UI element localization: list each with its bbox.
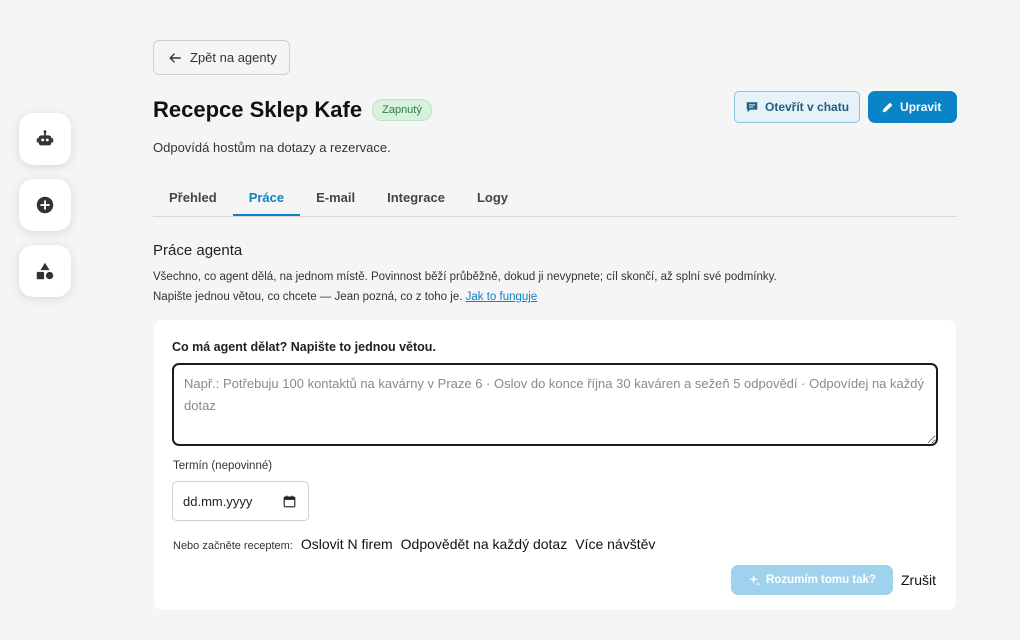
back-button-label: Zpět na agenty — [190, 50, 277, 65]
tab-integrations[interactable]: Integrace — [371, 178, 461, 216]
how-it-works-link[interactable]: Jak to funguje — [466, 291, 538, 303]
edit-label: Upravit — [900, 100, 942, 114]
deadline-date-input[interactable]: dd.mm.yyyy — [172, 481, 309, 521]
tab-bar: Přehled Práce E-mail Integrace Logy — [153, 178, 957, 217]
rail-button-agents[interactable] — [19, 113, 71, 165]
header-actions: Otevřít v chatu Upravit — [734, 91, 958, 123]
open-in-chat-label: Otevřít v chatu — [765, 100, 850, 114]
date-placeholder: dd.mm.yyyy — [183, 493, 253, 509]
robot-icon — [36, 130, 54, 146]
arrow-left-icon — [169, 52, 181, 63]
tab-email[interactable]: E-mail — [300, 178, 371, 216]
goal-input[interactable] — [172, 363, 938, 446]
edit-button[interactable]: Upravit — [868, 91, 958, 123]
back-to-agents-button[interactable]: Zpět na agenty — [153, 40, 290, 75]
page-title: Recepce Sklep Kafe — [153, 97, 363, 122]
new-work-card: Co má agent dělat? Napište to jednou vět… — [154, 320, 956, 610]
rail-button-shapes[interactable] — [19, 245, 71, 297]
recipe-more-visits[interactable]: Více návštěv — [575, 536, 655, 552]
section-description: Všechno, co agent dělá, na jednom místě.… — [153, 267, 793, 307]
recipes-row: Nebo začněte receptem: Oslovit N firem O… — [173, 536, 655, 552]
recipe-answer-every-query[interactable]: Odpovědět na každý dotaz — [401, 536, 568, 552]
tab-logs[interactable]: Logy — [461, 178, 524, 216]
open-in-chat-button[interactable]: Otevřít v chatu — [734, 91, 861, 123]
tab-work[interactable]: Práce — [232, 178, 301, 216]
calendar-icon[interactable] — [283, 495, 296, 508]
rail-button-add[interactable] — [19, 179, 71, 231]
status-badge: Zapnutý — [372, 99, 432, 121]
recipe-reach-n-companies[interactable]: Oslovit N firem — [301, 536, 393, 552]
card-actions: Rozumím tomu tak? Zrušit — [731, 565, 936, 595]
tab-overview[interactable]: Přehled — [153, 178, 233, 216]
section-title: Práce agenta — [153, 242, 243, 259]
goal-field-label: Co má agent dělat? Napište to jednou vět… — [172, 340, 436, 354]
recipes-label: Nebo začněte receptem: — [173, 540, 293, 552]
plus-circle-icon — [36, 196, 54, 214]
pencil-icon — [882, 102, 893, 112]
left-rail — [19, 113, 71, 297]
confirm-understanding-button[interactable]: Rozumím tomu tak? — [731, 565, 893, 595]
chat-icon — [746, 102, 758, 113]
deadline-label: Termín (nepovinné) — [173, 460, 273, 472]
title-row: Recepce Sklep Kafe Zapnutý — [153, 97, 432, 123]
confirm-label: Rozumím tomu tak? — [766, 574, 876, 586]
cancel-button[interactable]: Zrušit — [901, 572, 936, 588]
page-subtitle: Odpovídá hostům na dotazy a rezervace. — [153, 140, 391, 155]
shapes-icon — [36, 262, 54, 280]
sparkle-icon — [749, 574, 761, 586]
